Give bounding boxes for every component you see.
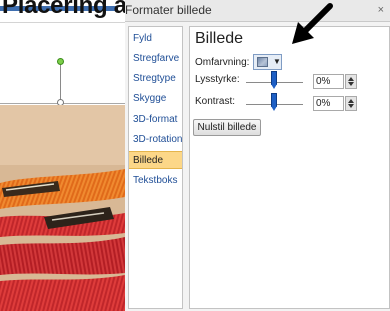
dialog-title-bar: Formater billede × — [125, 0, 390, 22]
category-list: Fyld Stregfarve Stregtype Skygge 3D-form… — [128, 26, 183, 309]
document-heading: Placering af genstand — [0, 0, 125, 22]
format-picture-dialog: Fyld Stregfarve Stregtype Skygge 3D-form… — [125, 22, 390, 311]
heading-text: Placering af genstand — [2, 0, 125, 19]
close-button[interactable]: × — [378, 4, 384, 16]
brightness-spinner[interactable] — [345, 74, 357, 89]
brightness-input[interactable]: 0% — [313, 74, 344, 89]
reset-picture-button[interactable]: Nulstil billede — [193, 119, 261, 136]
brightness-label: Lysstyrke: — [195, 74, 240, 85]
dialog-title: Formater billede — [125, 3, 212, 17]
panel-title: Billede — [195, 30, 244, 47]
nav-item-3d-rotation[interactable]: 3D-rotation — [129, 131, 182, 149]
contrast-slider-thumb[interactable] — [271, 93, 277, 111]
nav-item-fill[interactable]: Fyld — [129, 30, 182, 48]
picture-panel: Billede Omfarvning: ▼ Lysstyrke: 0% Kont… — [189, 26, 390, 309]
contrast-input[interactable]: 0% — [313, 96, 344, 111]
chevron-down-icon: ▼ — [273, 57, 281, 66]
embroidery-thread-photo[interactable] — [0, 105, 125, 311]
recolor-dropdown[interactable]: ▼ — [253, 54, 282, 70]
brightness-slider-thumb[interactable] — [271, 71, 277, 89]
arrow-icon — [292, 3, 333, 44]
rotation-line — [60, 61, 61, 101]
document-area — [0, 22, 125, 311]
nav-item-picture[interactable]: Billede — [129, 151, 182, 169]
recolor-label: Omfarvning: — [195, 57, 250, 68]
recolor-icon — [257, 57, 268, 67]
rotation-handle[interactable] — [57, 58, 64, 65]
contrast-spinner[interactable] — [345, 96, 357, 111]
nav-item-text-box[interactable]: Tekstboks — [129, 172, 182, 190]
nav-item-line-color[interactable]: Stregfarve — [129, 50, 182, 68]
nav-item-shadow[interactable]: Skygge — [129, 90, 182, 108]
nav-item-3d-format[interactable]: 3D-format — [129, 111, 182, 129]
nav-item-line-style[interactable]: Stregtype — [129, 70, 182, 88]
contrast-label: Kontrast: — [195, 96, 236, 107]
